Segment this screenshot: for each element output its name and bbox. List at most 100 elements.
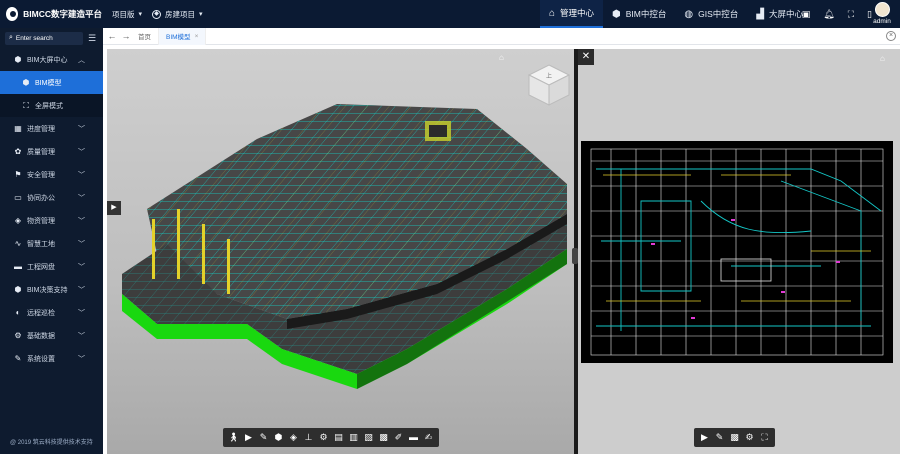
flag-icon: ⚑ bbox=[14, 170, 22, 179]
cube-icon: ⬢ bbox=[612, 8, 621, 20]
search-input[interactable]: ⌕ Enter search bbox=[5, 31, 83, 45]
monitor-icon[interactable]: ▣ bbox=[802, 9, 811, 20]
sidebar-item-materials[interactable]: ◈ 物资管理 ﹀ bbox=[0, 209, 103, 232]
measure-pen-icon[interactable]: ✎ bbox=[256, 428, 271, 447]
save-icon[interactable]: ▩ bbox=[376, 428, 391, 447]
sidebar-item-label: 进度管理 bbox=[27, 125, 55, 133]
bell-icon[interactable]: 🔔︎ bbox=[823, 9, 834, 20]
view-cube[interactable]: 上 bbox=[525, 61, 573, 109]
right-viewer-toolbar: ▶ ✎ ▩ ⚙ ⛶ bbox=[694, 428, 775, 447]
home-icon[interactable]: ⌂ bbox=[880, 54, 885, 63]
chart-icon: ▟ bbox=[756, 8, 764, 20]
avatar bbox=[874, 2, 890, 17]
nav-management-center[interactable]: ⌂ 管理中心 bbox=[539, 0, 604, 28]
nav-label: 管理中心 bbox=[560, 8, 595, 18]
chevron-down-icon: ﹀ bbox=[78, 126, 85, 133]
sidebar-item-bim-screen-center[interactable]: ⬢ BIM大屏中心 ︿ bbox=[0, 48, 103, 71]
chat-icon: ▭ bbox=[14, 193, 22, 202]
sidebar-item-base-data[interactable]: ⚙ 基础数据 ﹀ bbox=[0, 324, 103, 347]
close-icon[interactable]: ✕ bbox=[578, 49, 594, 65]
structure-tree-icon[interactable]: ⊥ bbox=[301, 428, 316, 447]
sidebar-item-fullscreen-mode[interactable]: ⛶ 全屏模式 bbox=[0, 94, 103, 117]
left-viewer-toolbar: 🚶︎ ▶ ✎ ⬢ ◈ ⊥ ⚙ ▤ ▥ ▧ ▩ ✐ ▬ ✍ bbox=[223, 428, 439, 447]
search-icon: ⌕ bbox=[9, 34, 13, 41]
sidebar-item-label: 远程巡检 bbox=[27, 309, 55, 317]
collapse-menu-icon[interactable]: ☰ bbox=[86, 33, 98, 44]
tab-home[interactable]: 首页 bbox=[131, 27, 159, 45]
chevron-down-icon: ﹀ bbox=[78, 241, 85, 248]
edit-icon[interactable]: ✐ bbox=[391, 428, 406, 447]
project-version-dropdown[interactable]: 项目版 ▾ bbox=[112, 9, 142, 20]
fullscreen-icon[interactable]: ⛶ bbox=[848, 9, 854, 20]
sidebar-item-collaboration[interactable]: ▭ 协同办公 ﹀ bbox=[0, 186, 103, 209]
sidebar-item-quality[interactable]: ✿ 质量管理 ﹀ bbox=[0, 140, 103, 163]
sidebar-item-label: 质量管理 bbox=[27, 148, 55, 156]
sidebar-item-label: 智慧工地 bbox=[27, 240, 55, 248]
chevron-down-icon: ﹀ bbox=[78, 172, 85, 179]
chevron-up-icon: ︿ bbox=[78, 57, 85, 64]
chevron-down-icon: ▾ bbox=[138, 11, 143, 18]
chevron-down-icon: ﹀ bbox=[78, 195, 85, 202]
video-record-icon[interactable]: ▬ bbox=[406, 428, 421, 447]
pulse-icon: ∿ bbox=[14, 239, 22, 248]
main-nav: ⌂ 管理中心 ⬢ BIM中控台 ◍ GIS中控台 ▟ 大屏中心 bbox=[539, 0, 812, 28]
chevron-down-icon: ﹀ bbox=[78, 287, 85, 294]
drawing-viewer[interactable]: ✕ ⌂ bbox=[578, 49, 900, 454]
sidebar-item-bim-model[interactable]: ⬢ BIM模型 bbox=[0, 71, 103, 94]
sidebar-item-progress[interactable]: ▦ 进度管理 ﹀ bbox=[0, 117, 103, 140]
document-icon[interactable]: ▧ bbox=[361, 428, 376, 447]
chevron-down-icon: ﹀ bbox=[78, 356, 85, 363]
viewcube-face-label: 上 bbox=[546, 72, 552, 80]
camera-view-icon[interactable]: ▶ bbox=[241, 428, 256, 447]
annotate-icon[interactable]: ✍ bbox=[421, 428, 436, 447]
save-icon[interactable]: ▩ bbox=[727, 428, 742, 447]
walk-person-icon[interactable]: 🚶︎ bbox=[226, 428, 241, 447]
user-name: admin bbox=[873, 18, 891, 25]
gear-icon: ⚙ bbox=[14, 331, 22, 340]
expand-panel-arrow[interactable]: ▶ bbox=[107, 201, 121, 215]
settings-gear-icon[interactable]: ⚙ bbox=[316, 428, 331, 447]
bim-3d-viewer[interactable]: ⌂ 上 ▶ bbox=[107, 49, 574, 454]
forward-arrow-icon[interactable]: → bbox=[121, 31, 131, 41]
model-tree-icon[interactable]: ⬢ bbox=[271, 428, 286, 447]
camera-view-icon[interactable]: ▶ bbox=[697, 428, 712, 447]
sidebar-item-label: 全屏模式 bbox=[35, 102, 63, 110]
chevron-down-icon: ﹀ bbox=[78, 310, 85, 317]
settings-gear-icon[interactable]: ⚙ bbox=[742, 428, 757, 447]
nav-gis-console[interactable]: ◍ GIS中控台 bbox=[675, 0, 747, 28]
section-icon[interactable]: ◈ bbox=[286, 428, 301, 447]
user-menu[interactable]: admin bbox=[872, 2, 892, 25]
window-icon[interactable]: ▤ bbox=[331, 428, 346, 447]
top-navbar: BIMCC数字建造平台 项目版 ▾ ◆ 房建项目 ▾ ⌂ 管理中心 ⬢ BIM中… bbox=[0, 0, 900, 28]
home-icon[interactable]: ⌂ bbox=[499, 53, 504, 62]
project-dropdown[interactable]: ◆ 房建项目 ▾ bbox=[152, 9, 203, 20]
tab-bim-model[interactable]: BIM模型 × bbox=[159, 27, 207, 45]
nav-label: GIS中控台 bbox=[698, 9, 739, 19]
sidebar-item-bim-decision[interactable]: ⬢ BIM决策支持 ﹀ bbox=[0, 278, 103, 301]
sidebar-item-label: BIM决策支持 bbox=[27, 286, 68, 294]
logo[interactable]: BIMCC数字建造平台 bbox=[6, 7, 102, 21]
project-version-label: 项目版 bbox=[112, 9, 135, 19]
sidebar-item-label: 基础数据 bbox=[27, 332, 55, 340]
sidebar-item-cloud-drive[interactable]: ▬ 工程网盘 ﹀ bbox=[0, 255, 103, 278]
tab-bar: ← → 首页 BIM模型 × × bbox=[103, 27, 900, 45]
sidebar-item-system-settings[interactable]: ✎ 系统设置 ﹀ bbox=[0, 347, 103, 370]
close-tab-icon[interactable]: × bbox=[195, 33, 199, 40]
sidebar-search: ⌕ Enter search ☰ bbox=[5, 31, 98, 45]
fullscreen-icon[interactable]: ⛶ bbox=[757, 428, 772, 447]
sidebar-item-remote-inspection[interactable]: ◐ 远程巡检 ﹀ bbox=[0, 301, 103, 324]
folder-icon: ▬ bbox=[14, 262, 22, 271]
eye-icon: ◐ bbox=[15, 308, 21, 317]
close-all-tabs-icon[interactable]: × bbox=[886, 31, 896, 41]
map-icon[interactable]: ▥ bbox=[346, 428, 361, 447]
app-title: BIMCC数字建造平台 bbox=[23, 9, 102, 19]
back-arrow-icon[interactable]: ← bbox=[107, 31, 117, 41]
measure-pen-icon[interactable]: ✎ bbox=[712, 428, 727, 447]
sidebar-item-safety[interactable]: ⚑ 安全管理 ﹀ bbox=[0, 163, 103, 186]
fullscreen-icon: ⛶ bbox=[23, 100, 29, 110]
cube-icon: ⬢ bbox=[14, 285, 22, 294]
sidebar-item-label: 物资管理 bbox=[27, 217, 55, 225]
sidebar-item-smart-site[interactable]: ∿ 智慧工地 ﹀ bbox=[0, 232, 103, 255]
floor-plan-drawing bbox=[581, 141, 893, 363]
nav-bim-console[interactable]: ⬢ BIM中控台 bbox=[603, 0, 675, 28]
